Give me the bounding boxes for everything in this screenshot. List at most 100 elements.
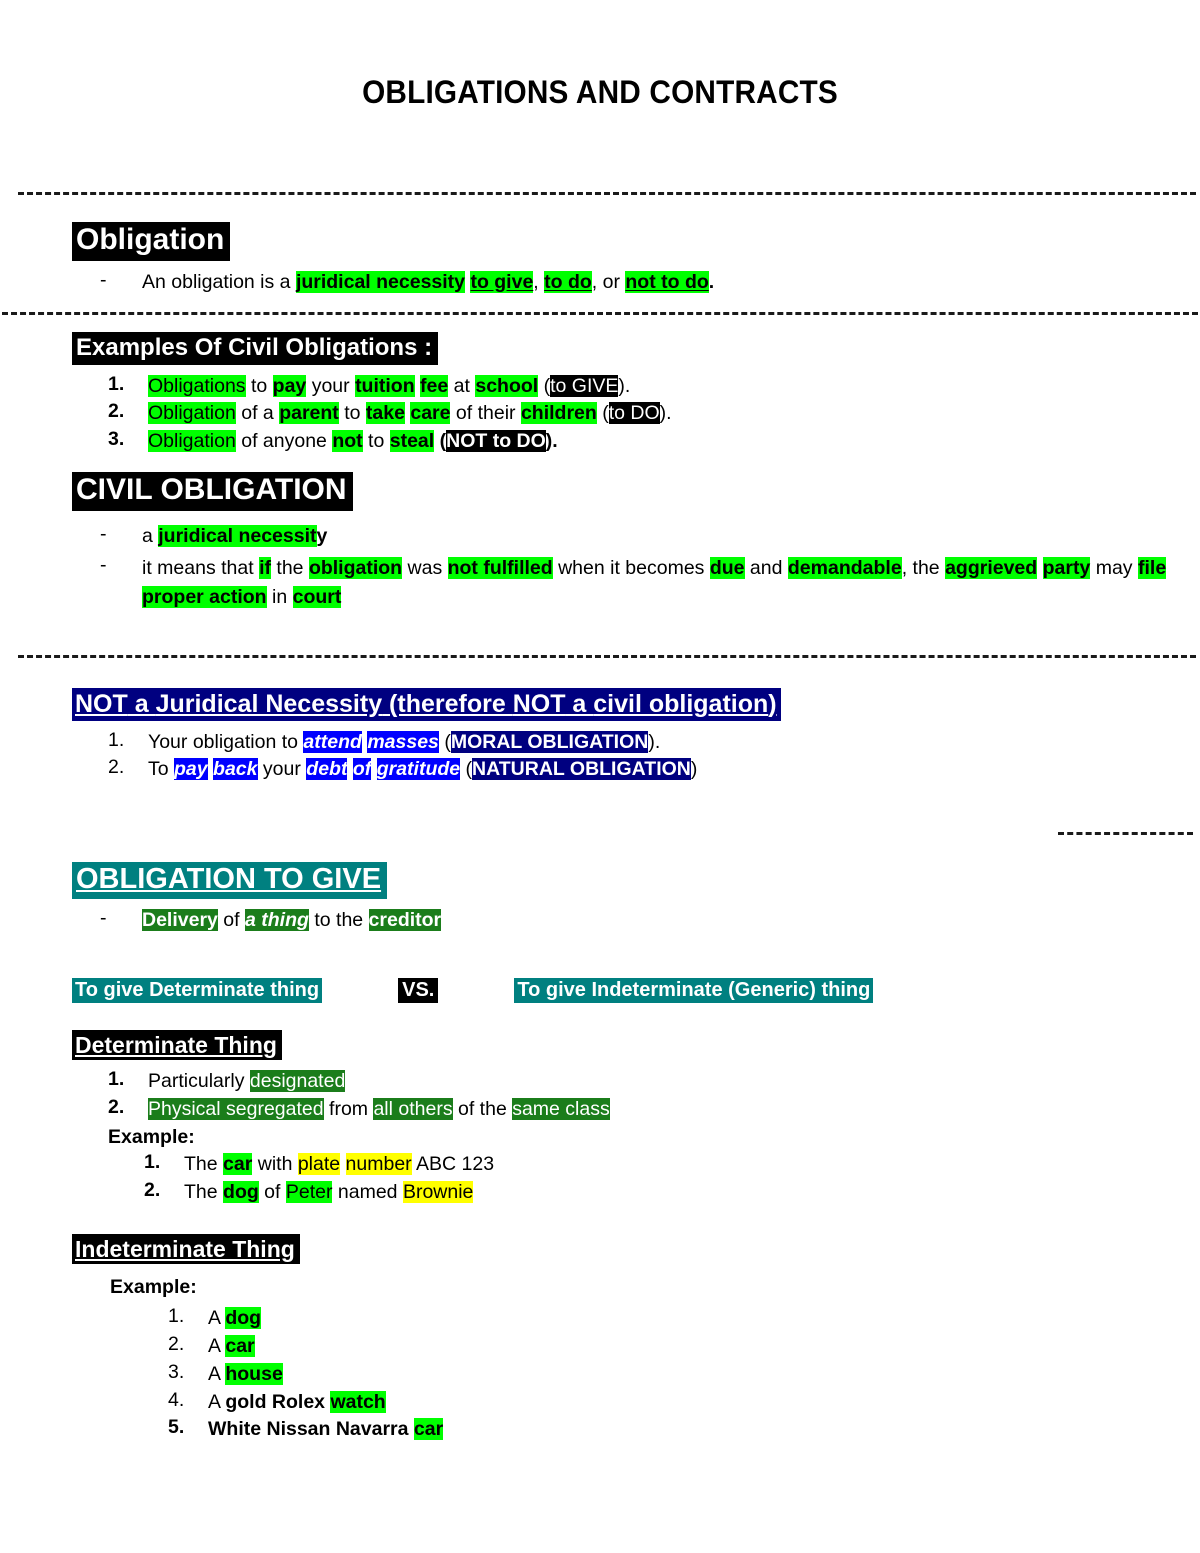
text-run: at [448,374,476,397]
text-run: A [208,1335,226,1358]
highlight-gratitude: gratitude [376,758,461,781]
section-civil-obligation: CIVIL OBLIGATION - a juridical necessity… [72,472,1172,613]
highlight-not-to-do-parenthetical: NOT to DO [446,429,546,452]
text-run: of [217,909,245,932]
highlight-juridical-necessity: juridical necessity [295,270,466,293]
highlight-to-give-parenthetical: to GIVE [550,374,619,397]
list-item: 1. Particularly designated [108,1068,610,1096]
list-number: 1. [108,1068,125,1091]
highlight-of: of [352,758,372,781]
highlight-moral-obligation: MORAL OBLIGATION [450,730,649,753]
list-number: 2. [144,1178,161,1201]
text-run: named [332,1180,403,1203]
list-item: 2. The dog of Peter named Brownie [144,1179,610,1207]
example-3-text: Obligation of anyone not to steal (NOT t… [148,428,672,456]
list-item: 3. Obligation of anyone not to steal (NO… [108,428,672,456]
highlight-attend: attend [303,730,362,753]
determinate-example-1-text: The car with plate number ABC 123 [184,1151,610,1179]
heading-not-a-juridical-necessity: NOT a Juridical Necessity (therefore NOT… [72,688,781,721]
section-examples-of-civil-obligations: Examples Of Civil Obligations : 1. Oblig… [72,332,672,456]
civil-bullet-1-text: a juridical necessity [142,523,1172,551]
highlight-not-fulfilled: not fulfilled [447,557,553,580]
list-number: 2. [108,1096,125,1119]
list-number: 1. [108,372,125,395]
list-item: 1. The car with plate number ABC 123 [144,1151,610,1179]
list-number: 3. [108,427,125,450]
text-run: the [270,557,309,580]
text-run: A [208,1362,226,1385]
determinate-item-2-text: Physical segregated from all others of t… [148,1096,610,1124]
list-item: 4. A gold Rolex watch [168,1389,443,1417]
text-run: ABC 123 [411,1152,495,1175]
highlight-car: car [223,1152,253,1175]
text-run: and [744,557,788,580]
text-run: to [338,402,366,425]
highlight-party: party [1042,557,1091,580]
text-run: ). [618,374,631,397]
heading-obligation-to-give: OBLIGATION TO GIVE [72,862,388,900]
text-run: a [127,690,156,718]
determinate-example-label: Example: [108,1126,610,1149]
obligation-to-give-text: Delivery of a thing to the creditor [142,907,442,935]
list-item: 1. Obligations to pay your tuition fee a… [108,373,672,401]
highlight-a-thing: a thing [245,909,309,932]
text-run: of their [450,402,521,425]
text-run: gold Rolex [225,1390,331,1413]
text-run: was [402,557,448,580]
text-run: from [323,1098,374,1121]
civil-bullet-2: - it means that if the obligation was no… [72,554,1172,613]
text-run: Example: [108,1125,195,1148]
highlight-to-do-parenthetical: to DO [608,402,660,425]
example-1-text: Obligations to pay your tuition fee at s… [148,373,672,401]
list-number: 1. [168,1305,185,1328]
list-item: 2. To pay back your debt of gratitude (N… [108,756,781,784]
text-run: your [306,374,356,397]
dashed-separator-3 [18,655,1196,658]
highlight-watch: watch [330,1390,386,1413]
text-run: to DO [608,402,660,425]
text-run: Your obligation to [148,730,304,753]
highlight-obligation: Obligation [148,402,236,425]
text-run: ) [690,758,698,781]
heading-obligation: Obligation [72,222,231,261]
list-item: 5. White Nissan Navarra car [168,1416,444,1444]
highlight-car: car [413,1418,444,1441]
highlight-natural-obligation: NATURAL OBLIGATION [472,758,691,781]
heading-examples-of-civil-obligations: Examples Of Civil Obligations : [72,332,439,365]
label-to-give-indeterminate-thing: To give Indeterminate (Generic) thing [514,978,874,1003]
section-obligation-to-give: OBLIGATION TO GIVE - Delivery of a thing… [72,862,442,935]
bullet-mark: - [100,907,107,930]
highlight-back: back [213,758,258,781]
page-title: OBLIGATIONS AND CONTRACTS [362,74,838,110]
highlight-due: due [709,557,745,580]
list-number: 3. [168,1360,185,1383]
text-run: y [316,524,328,547]
list-number: 1. [144,1150,161,1173]
text-run: Juridical Necessity [155,690,383,718]
text-run [340,1153,345,1175]
indeterminate-example-label: Example: [110,1276,443,1299]
highlight-obligation: Obligation [148,429,236,452]
highlight-take: take [365,402,405,425]
highlight-aggrieved: aggrieved [945,557,1038,580]
highlight-dog: dog [223,1180,259,1203]
obligation-definition-row: - An obligation is a juridical necessity… [72,269,714,297]
highlight-court: court [292,586,342,609]
text-run [371,758,376,780]
text-run: ). [659,402,672,425]
text-run: NOT to DO [446,429,546,452]
list-number: 2. [168,1333,185,1356]
text-run: may [1090,557,1138,580]
list-item: 3. A house [168,1361,443,1389]
highlight-peter: Peter [285,1180,333,1203]
bullet-mark: - [100,268,107,291]
list-number: 2. [108,400,125,423]
text-run: it means that [142,557,260,580]
list-item: 2. A car [168,1333,443,1361]
text-run: of anyone [235,429,333,452]
highlight-plate: plate [297,1152,341,1175]
text-run: to [362,429,390,452]
highlight-school: school [475,374,539,397]
highlight-obligations: Obligations [148,374,246,397]
text-run: Example: [110,1276,197,1299]
